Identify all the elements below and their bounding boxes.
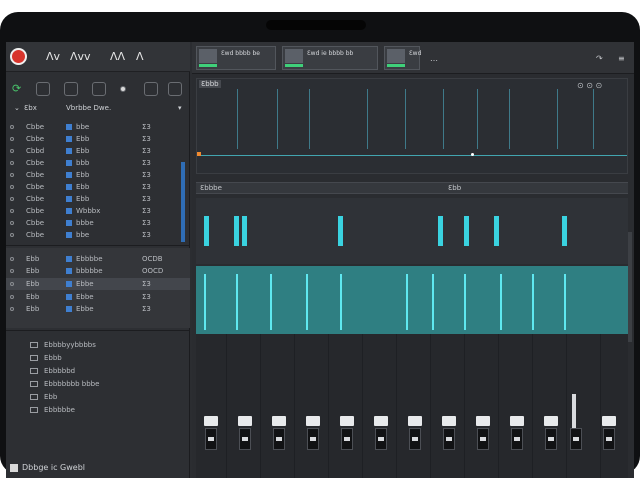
fader-knob[interactable] <box>340 416 354 426</box>
start-marker[interactable] <box>197 152 201 156</box>
fader-slot <box>239 428 251 450</box>
fader-knob[interactable] <box>602 416 616 426</box>
fader-slot <box>341 428 353 450</box>
menu-icon[interactable]: ≡ <box>618 54 625 63</box>
list-item[interactable]: Cbbe Ebb Σ3 <box>6 170 190 181</box>
fader-slot <box>273 428 285 450</box>
fader-knob[interactable] <box>510 416 524 426</box>
transport-control-1[interactable]: Λv <box>46 50 60 63</box>
checkbox[interactable] <box>10 464 18 472</box>
fader-knob[interactable] <box>374 416 388 426</box>
tree-item[interactable]: Ebbbbbbb bbbe <box>6 379 190 390</box>
fader-knob[interactable] <box>204 416 218 426</box>
scrollbar[interactable] <box>181 162 185 242</box>
redo-icon[interactable]: ↷ <box>596 54 603 63</box>
list-item[interactable]: Cbbd Ebb Σ3 <box>6 146 190 157</box>
list-item[interactable]: Cbbe Ebb Σ3 <box>6 134 190 145</box>
list-item[interactable]: Ebb Ebbe Σ3 <box>6 304 190 315</box>
list-item[interactable]: Cbbe bbbe Σ3 <box>6 218 190 229</box>
loop-icon[interactable] <box>36 82 50 96</box>
fader-slot <box>570 428 582 450</box>
transport-control-3[interactable]: ΛΛ <box>110 50 125 63</box>
stop-icon[interactable] <box>120 86 126 92</box>
list-item[interactable]: Ebb bbbbbe OOCD <box>6 266 190 277</box>
fader-slot <box>545 428 557 450</box>
mixer-icon[interactable] <box>64 82 78 96</box>
tree-item[interactable]: Ebbbbbd <box>6 366 190 377</box>
list-item[interactable]: Cbbe Ebb Σ3 <box>6 194 190 205</box>
browser-panel: Λv Λvv ΛΛ Λ ⟳ ⌄ Ɛbx Vbrbbe Dwe. ▾ Cbbe b… <box>6 42 190 478</box>
tool-row: ⟳ <box>6 82 190 98</box>
fader-knob[interactable] <box>306 416 320 426</box>
divider <box>6 330 190 331</box>
header-col1: Ɛbx <box>24 104 37 112</box>
tree-item[interactable]: Ebbb <box>6 353 190 364</box>
fader-slot <box>307 428 319 450</box>
clip-strip: Ɛwd bbbb be Ɛwd ie bbbb bb Ɛwd … ↷ ≡ <box>192 42 634 74</box>
midi-lane[interactable] <box>196 198 628 264</box>
heart-icon[interactable] <box>144 82 158 96</box>
list-item[interactable]: Ebb Ebbbbe OCDB <box>6 254 190 265</box>
daw-screen: Λv Λvv ΛΛ Λ ⟳ ⌄ Ɛbx Vbrbbe Dwe. ▾ Cbbe b… <box>6 42 634 478</box>
fader-slot <box>603 428 615 450</box>
footer-text: Dbbge ic Gwebl <box>22 463 85 472</box>
clip-thumbnail[interactable]: Ɛwd ie bbbb bb <box>282 46 378 70</box>
mixer-section <box>196 334 628 478</box>
fader-slot <box>511 428 523 450</box>
camera-notch <box>266 20 366 30</box>
record-button[interactable] <box>10 48 27 65</box>
playhead-marker[interactable] <box>471 153 474 156</box>
fader-slot <box>443 428 455 450</box>
tree-item[interactable]: Ebbbbyybbbbs <box>6 340 190 351</box>
list-item[interactable]: Cbbe Wbbbx Σ3 <box>6 206 190 217</box>
expand-icon[interactable]: ⌄ <box>14 104 20 112</box>
timeline-ruler[interactable]: Ɛbbbe Ɛbb <box>196 182 628 194</box>
more-icon[interactable]: … <box>430 54 438 63</box>
tree-item[interactable]: Ebb <box>6 392 190 403</box>
chevron-down-icon[interactable]: ▾ <box>178 104 182 112</box>
zoom-icon[interactable]: ⊙ ⊙ ⊙ <box>577 81 602 90</box>
automation-line <box>197 155 627 156</box>
tablet-frame: Λv Λvv ΛΛ Λ ⟳ ⌄ Ɛbx Vbrbbe Dwe. ▾ Cbbe b… <box>0 12 640 478</box>
vertical-scrollbar[interactable] <box>628 232 632 342</box>
fader-knob[interactable] <box>408 416 422 426</box>
transport-control-2[interactable]: Λvv <box>70 50 91 63</box>
transport-bar: Λv Λvv ΛΛ Λ <box>6 42 190 72</box>
fader-knob[interactable] <box>476 416 490 426</box>
refresh-icon[interactable]: ⟳ <box>12 82 26 96</box>
fader-knob[interactable] <box>544 416 558 426</box>
list-item[interactable]: Ebb Ebbe Σ3 <box>6 292 190 303</box>
header-col2: Vbrbbe Dwe. <box>66 104 112 112</box>
share-icon[interactable] <box>168 82 182 96</box>
automation-lane[interactable]: Ɛbbb ⊙ ⊙ ⊙ <box>196 78 628 174</box>
list-item[interactable]: Ebb Ebbe Σ3 <box>6 279 190 290</box>
fader-slot <box>477 428 489 450</box>
settings-icon[interactable] <box>92 82 106 96</box>
arrange-area: Ɛwd bbbb be Ɛwd ie bbbb bb Ɛwd … ↷ ≡ Ɛbb… <box>192 42 634 478</box>
divider <box>6 245 190 246</box>
list-header: ⌄ Ɛbx Vbrbbe Dwe. ▾ <box>6 102 190 118</box>
fader-slot <box>205 428 217 450</box>
transport-control-4[interactable]: Λ <box>136 50 144 63</box>
fader-knob[interactable] <box>442 416 456 426</box>
clip-thumbnail[interactable]: Ɛwd <box>384 46 421 70</box>
list-item[interactable]: Cbbe Ebb Σ3 <box>6 182 190 193</box>
audio-track[interactable] <box>196 266 628 334</box>
fader-slot <box>409 428 421 450</box>
clip-thumbnail[interactable]: Ɛwd bbbb be <box>196 46 276 70</box>
list-item[interactable]: Cbbe bbe Σ3 <box>6 122 190 133</box>
status-footer: Dbbge ic Gwebl <box>6 460 190 478</box>
lane-label: Ɛbbb <box>199 80 221 88</box>
tree-item[interactable]: Ebbbbbe <box>6 405 190 416</box>
fader-knob[interactable] <box>272 416 286 426</box>
fader-slot <box>375 428 387 450</box>
fader-knob[interactable] <box>238 416 252 426</box>
list-item[interactable]: Cbbe bbb Σ3 <box>6 158 190 169</box>
list-item[interactable]: Cbbe bbe Σ3 <box>6 230 190 241</box>
